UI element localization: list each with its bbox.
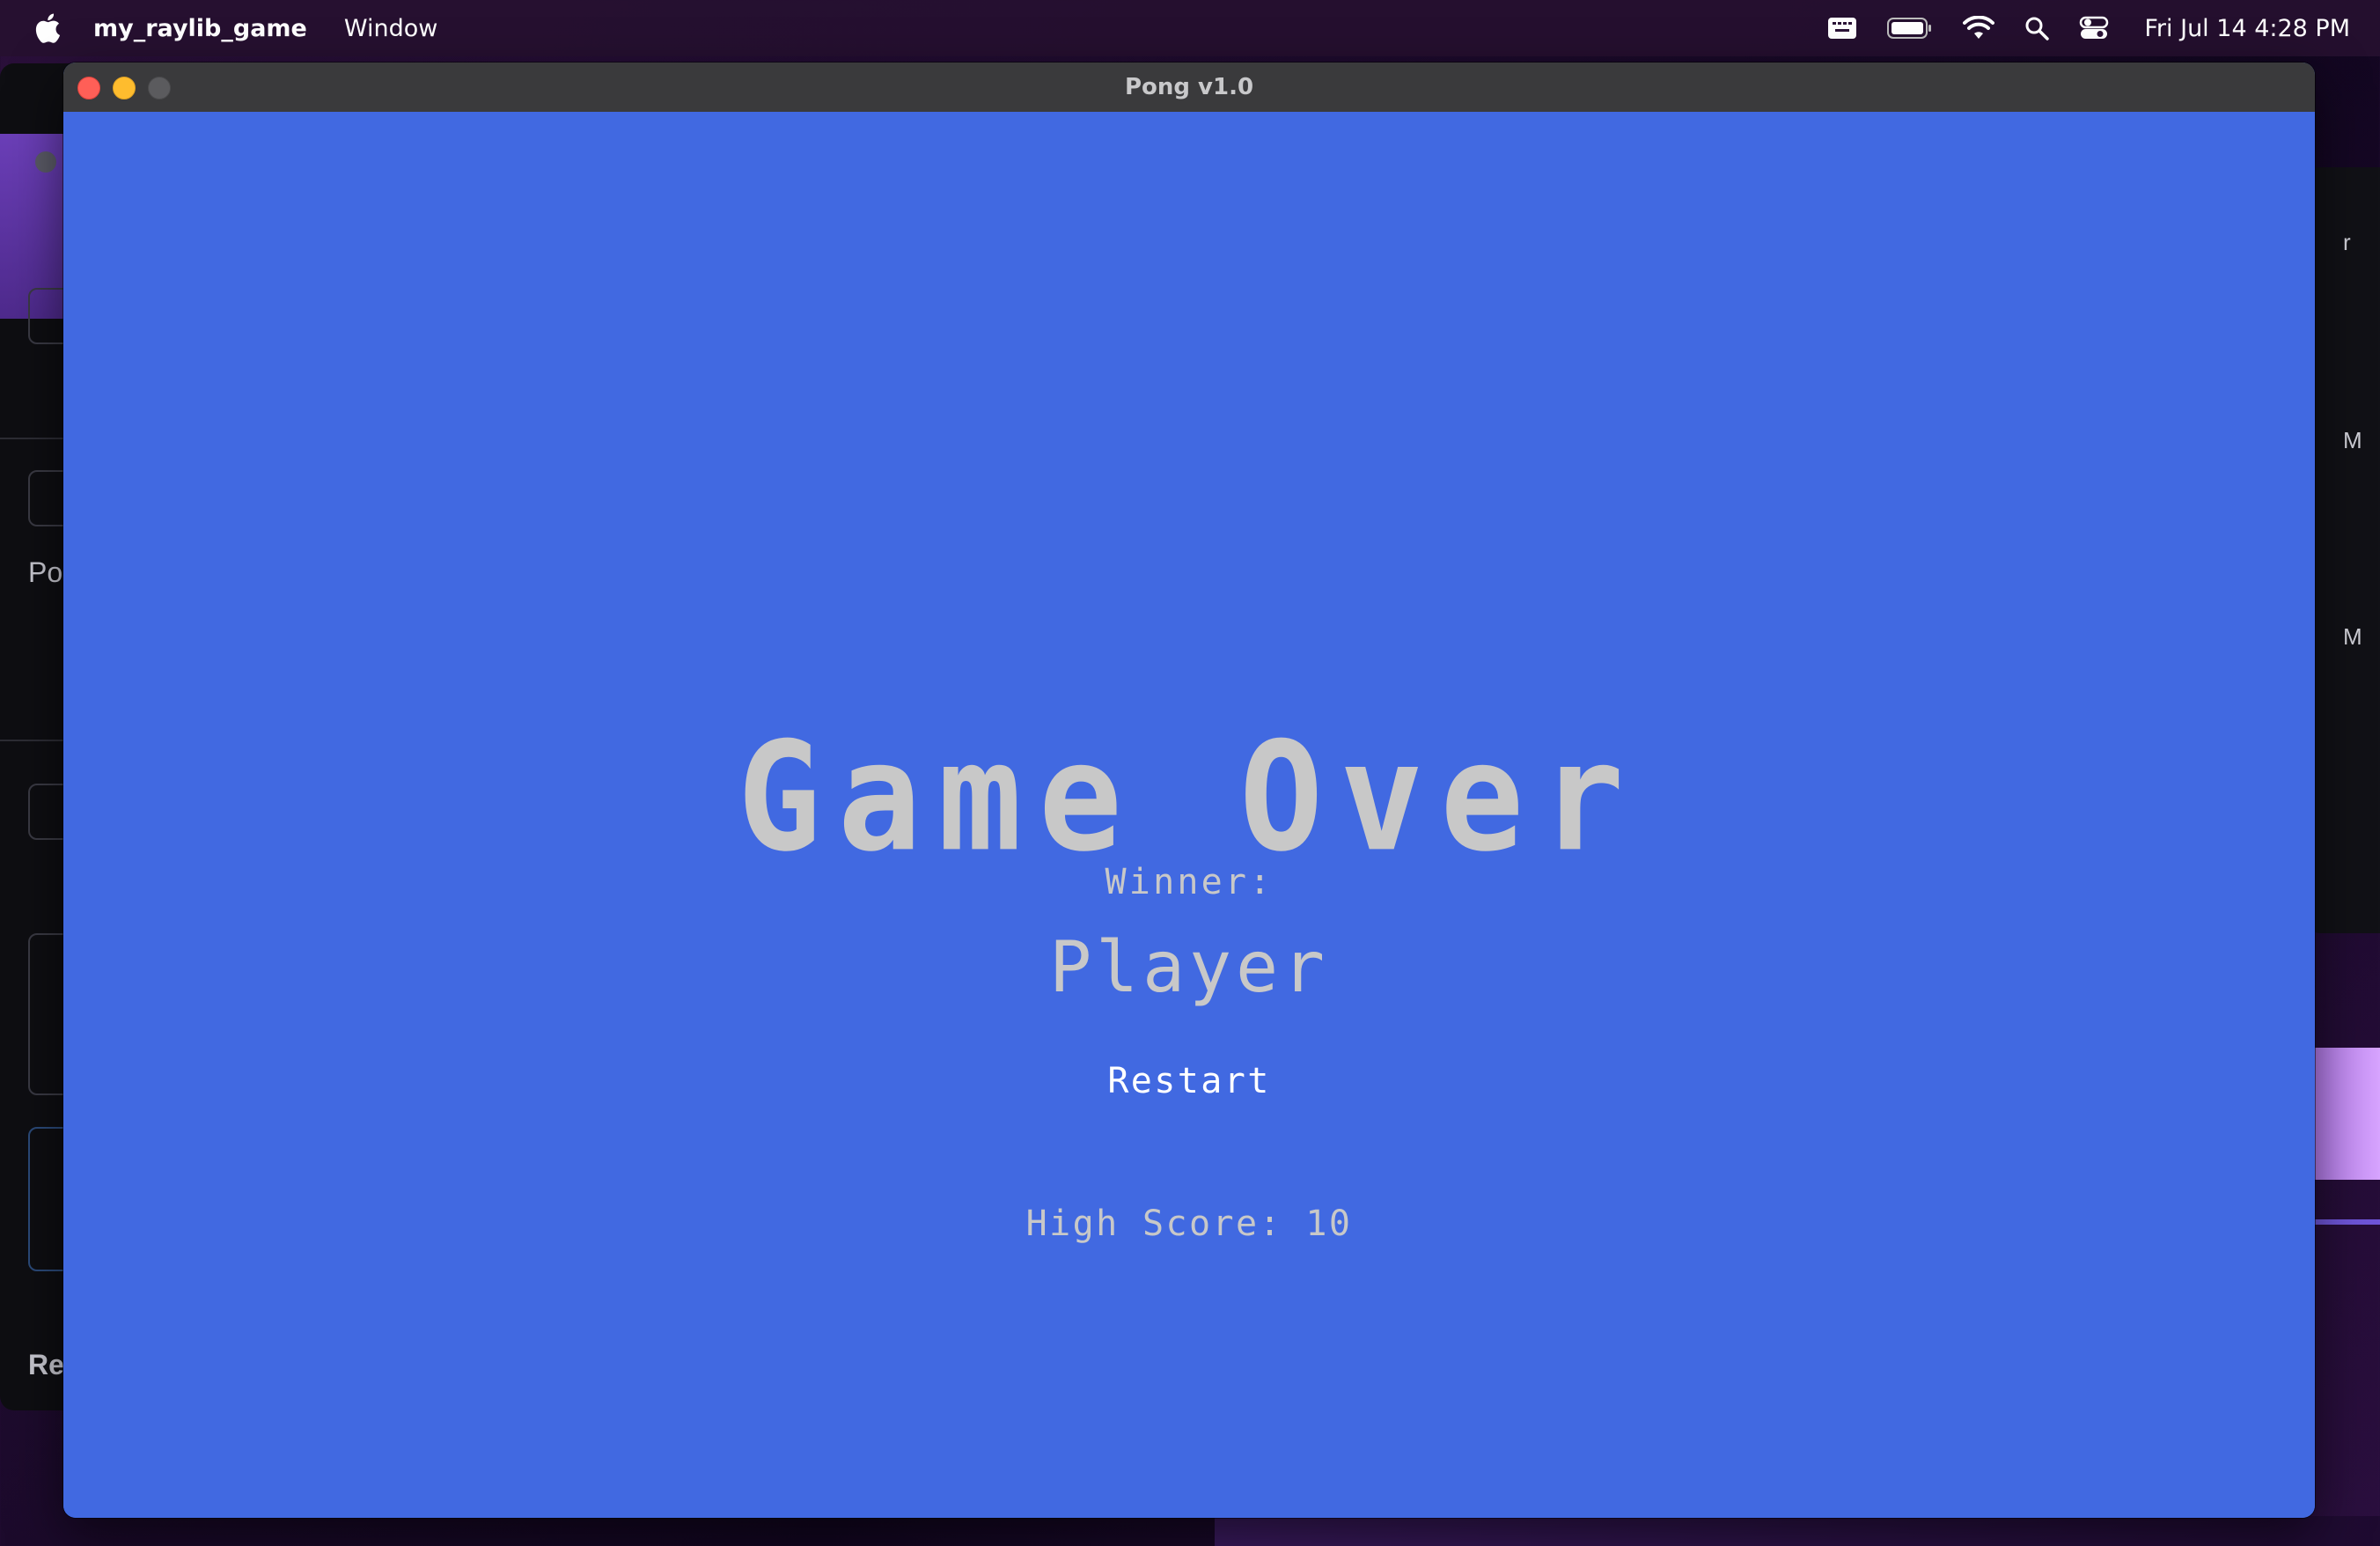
background-highlight (2315, 1048, 2380, 1180)
wifi-icon[interactable] (1963, 11, 1995, 46)
background-window-right: r M M (2306, 167, 2380, 933)
menubar-clock[interactable]: Fri Jul 14 4:28 PM (2144, 15, 2350, 42)
background-heading-text: Po (28, 556, 63, 588)
background-right-text: M (2343, 427, 2362, 453)
background-right-text: r (2343, 229, 2351, 255)
background-window-dot (35, 151, 56, 173)
keyboard-icon[interactable] (1827, 11, 1857, 46)
background-strip-right (1215, 1516, 2380, 1546)
background-bottom-text: Re (28, 1349, 64, 1380)
game-canvas[interactable]: Game Over Winner: Player Restart High Sc… (63, 112, 2315, 1518)
high-score: High Score: 10 (1025, 1204, 1353, 1244)
control-center-icon[interactable] (2079, 11, 2109, 46)
background-divider (0, 740, 70, 741)
winner-name: Player (1049, 926, 1329, 1008)
app-name-menu[interactable]: my_raylib_game (93, 15, 307, 42)
winner-label: Winner: (1105, 862, 1274, 902)
search-icon[interactable] (2024, 11, 2050, 46)
window-titlebar[interactable]: Pong v1.0 (63, 63, 2315, 113)
background-window-left: Po Re (0, 63, 70, 1410)
background-highlight-line (2315, 1219, 2380, 1225)
menu-bar: my_raylib_game Window Fri Jul 14 4:28 PM (0, 0, 2380, 56)
background-strip (440, 1516, 1215, 1546)
window-title: Pong v1.0 (1124, 74, 1254, 100)
game-over-title: Game Over (737, 710, 1642, 886)
apple-menu-icon[interactable] (32, 11, 63, 46)
background-right-text: M (2343, 623, 2362, 650)
window-menu[interactable]: Window (344, 15, 437, 42)
battery-icon[interactable] (1887, 11, 1933, 46)
background-divider (0, 438, 70, 439)
game-window: Pong v1.0 Game Over Winner: Player Resta… (63, 63, 2315, 1518)
restart-button[interactable]: Restart (1095, 1056, 1282, 1107)
